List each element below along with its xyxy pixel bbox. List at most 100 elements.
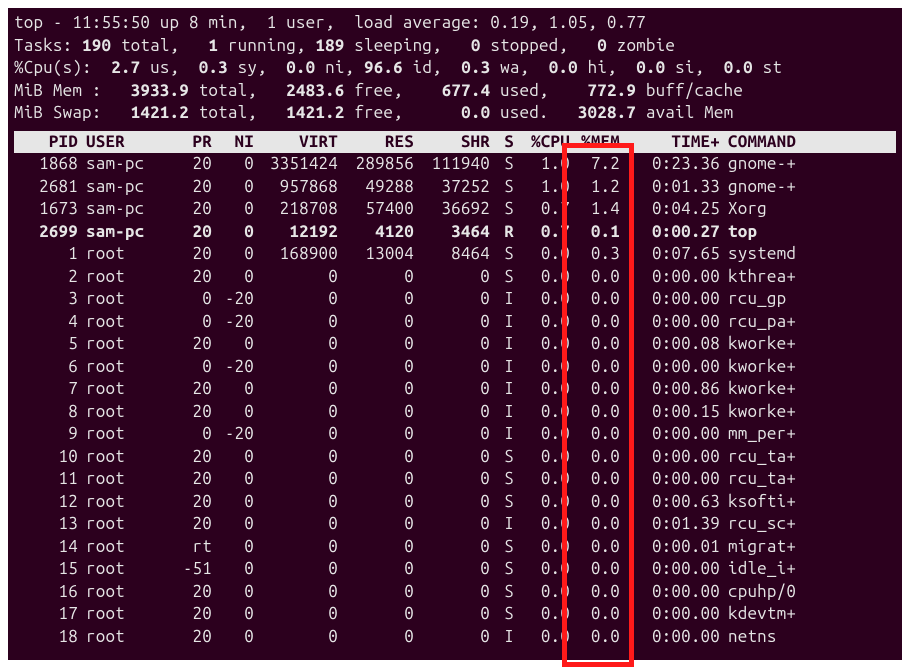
cell-pr: -51 (160, 558, 212, 581)
cell-mem: 0.0 (570, 378, 620, 401)
cell-time: 0:00.00 (620, 356, 720, 379)
process-table-header[interactable]: PID USER PR NI VIRT RES SHR S %CPU %MEM … (14, 131, 896, 154)
cell-pr: 20 (160, 221, 212, 244)
cell-cpu: 0.0 (514, 536, 570, 559)
cell-s: S (490, 491, 514, 514)
cell-cmd: gnome-+ (720, 176, 890, 199)
process-row: 4root0-20000I0.00.00:00.00rcu_pa+ (14, 311, 896, 334)
col-shr[interactable]: SHR (414, 131, 490, 154)
cell-pr: 0 (160, 356, 212, 379)
cell-res: 0 (338, 378, 414, 401)
process-row: 2root200000S0.00.00:00.00kthrea+ (14, 266, 896, 289)
tasks-line: Tasks: 190 total, 1 running, 189 sleepin… (14, 35, 896, 58)
cell-pid: 7 (16, 378, 78, 401)
process-row: 3root0-20000I0.00.00:00.00rcu_gp (14, 288, 896, 311)
process-row: 2681sam-pc2009578684928837252S1.01.20:01… (14, 176, 896, 199)
cell-shr: 0 (414, 491, 490, 514)
cell-time: 0:00.00 (620, 603, 720, 626)
cell-ni: 0 (212, 513, 254, 536)
cell-virt: 0 (254, 423, 338, 446)
cell-res: 49288 (338, 176, 414, 199)
cell-pr: 20 (160, 401, 212, 424)
cell-cmd: kworke+ (720, 378, 890, 401)
cell-pid: 8 (16, 401, 78, 424)
col-pid[interactable]: PID (16, 131, 78, 154)
cell-shr: 0 (414, 266, 490, 289)
cell-cpu: 0.7 (514, 221, 570, 244)
cell-cpu: 0.0 (514, 491, 570, 514)
process-row: 8root200000I0.00.00:00.15kworke+ (14, 401, 896, 424)
cell-virt: 0 (254, 581, 338, 604)
cell-cpu: 0.7 (514, 198, 570, 221)
col-command[interactable]: COMMAND (720, 131, 890, 154)
cell-pid: 1868 (16, 153, 78, 176)
cell-shr: 0 (414, 288, 490, 311)
cell-ni: -20 (212, 423, 254, 446)
cell-mem: 0.0 (570, 401, 620, 424)
cell-mem: 0.0 (570, 626, 620, 649)
cell-time: 0:00.00 (620, 311, 720, 334)
cell-ni: 0 (212, 266, 254, 289)
cell-pid: 18 (16, 626, 78, 649)
cell-res: 0 (338, 468, 414, 491)
cell-res: 0 (338, 603, 414, 626)
process-row: 7root200000I0.00.00:00.86kworke+ (14, 378, 896, 401)
cell-cmd: ksofti+ (720, 491, 890, 514)
cell-shr: 0 (414, 468, 490, 491)
cell-time: 0:01.39 (620, 513, 720, 536)
cell-mem: 0.0 (570, 446, 620, 469)
cell-virt: 0 (254, 446, 338, 469)
cell-mem: 0.3 (570, 243, 620, 266)
cell-pid: 1673 (16, 198, 78, 221)
cell-virt: 0 (254, 626, 338, 649)
col-user[interactable]: USER (78, 131, 160, 154)
cell-user: root (78, 491, 160, 514)
cell-time: 0:00.63 (620, 491, 720, 514)
cell-mem: 1.2 (570, 176, 620, 199)
cell-shr: 36692 (414, 198, 490, 221)
col-mem[interactable]: %MEM (570, 131, 620, 154)
cell-res: 289856 (338, 153, 414, 176)
col-cpu[interactable]: %CPU (514, 131, 570, 154)
swap-line: MiB Swap: 1421.2 total, 1421.2 free, 0.0… (14, 102, 896, 125)
cell-mem: 0.0 (570, 356, 620, 379)
cell-ni: 0 (212, 626, 254, 649)
col-virt[interactable]: VIRT (254, 131, 338, 154)
cell-s: S (490, 468, 514, 491)
cell-mem: 0.0 (570, 536, 620, 559)
cell-virt: 0 (254, 558, 338, 581)
col-pr[interactable]: PR (160, 131, 212, 154)
cell-cpu: 0.0 (514, 333, 570, 356)
cell-cmd: rcu_sc+ (720, 513, 890, 536)
cell-pid: 2 (16, 266, 78, 289)
cell-ni: -20 (212, 311, 254, 334)
cell-mem: 1.4 (570, 198, 620, 221)
cell-mem: 0.0 (570, 558, 620, 581)
col-ni[interactable]: NI (212, 131, 254, 154)
cell-shr: 0 (414, 401, 490, 424)
cell-s: S (490, 153, 514, 176)
cell-pid: 10 (16, 446, 78, 469)
cell-virt: 218708 (254, 198, 338, 221)
cell-ni: 0 (212, 491, 254, 514)
cell-cmd: idle_i+ (720, 558, 890, 581)
cell-s: S (490, 558, 514, 581)
cell-mem: 0.0 (570, 266, 620, 289)
cell-shr: 0 (414, 536, 490, 559)
cell-s: S (490, 243, 514, 266)
col-res[interactable]: RES (338, 131, 414, 154)
cell-mem: 0.0 (570, 333, 620, 356)
cell-res: 13004 (338, 243, 414, 266)
col-s[interactable]: S (490, 131, 514, 154)
cell-ni: 0 (212, 401, 254, 424)
col-time[interactable]: TIME+ (620, 131, 720, 154)
cell-pid: 14 (16, 536, 78, 559)
cell-cpu: 0.0 (514, 378, 570, 401)
cell-cpu: 0.0 (514, 581, 570, 604)
cell-time: 0:00.08 (620, 333, 720, 356)
cell-pid: 9 (16, 423, 78, 446)
cell-cmd: kthrea+ (720, 266, 890, 289)
cell-user: root (78, 581, 160, 604)
cell-res: 0 (338, 536, 414, 559)
cell-pr: 20 (160, 176, 212, 199)
